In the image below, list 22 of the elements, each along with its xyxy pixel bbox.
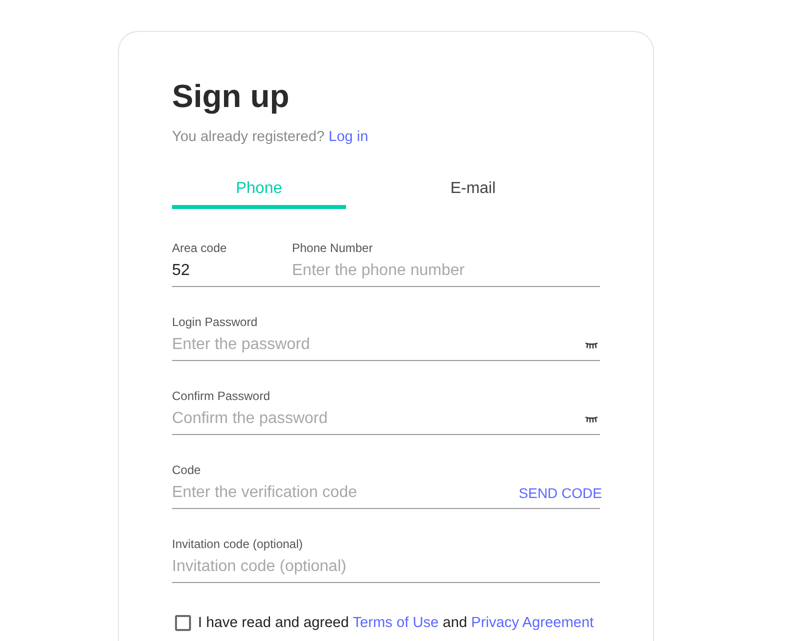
area-code-input[interactable]: 52 xyxy=(172,256,292,287)
phone-number-input[interactable]: Enter the phone number xyxy=(292,256,600,287)
eye-closed-icon[interactable] xyxy=(585,342,598,348)
verification-code-field[interactable]: Enter the verification code SEND CODE xyxy=(172,478,600,509)
field-label: Code xyxy=(172,462,202,478)
login-prompt: You already registered? Log in xyxy=(172,128,370,147)
field-label: Login Password xyxy=(172,314,258,330)
verification-code-input[interactable]: Enter the verification code xyxy=(172,478,519,508)
agreement-text: I have read and agreed Terms of Use and Privacy Agreement xyxy=(198,614,594,633)
privacy-link[interactable]: Privacy Agreement xyxy=(471,615,594,631)
text-input[interactable]: Invitation code (optional) xyxy=(172,552,600,583)
send-code-button[interactable]: SEND CODE xyxy=(518,484,602,502)
field-label: Area code xyxy=(172,240,228,256)
field-label: Invitation code (optional) xyxy=(172,536,304,552)
agreement-checkbox[interactable] xyxy=(175,615,191,631)
page-title: Sign up xyxy=(172,77,290,115)
terms-link[interactable]: Terms of Use xyxy=(352,615,439,631)
login-link[interactable]: Log in xyxy=(328,129,368,145)
field-label: Confirm Password xyxy=(172,388,272,404)
tab[interactable]: E-mail xyxy=(386,177,560,209)
field-label: Phone Number xyxy=(292,240,374,256)
eye-closed-icon[interactable] xyxy=(585,416,598,422)
